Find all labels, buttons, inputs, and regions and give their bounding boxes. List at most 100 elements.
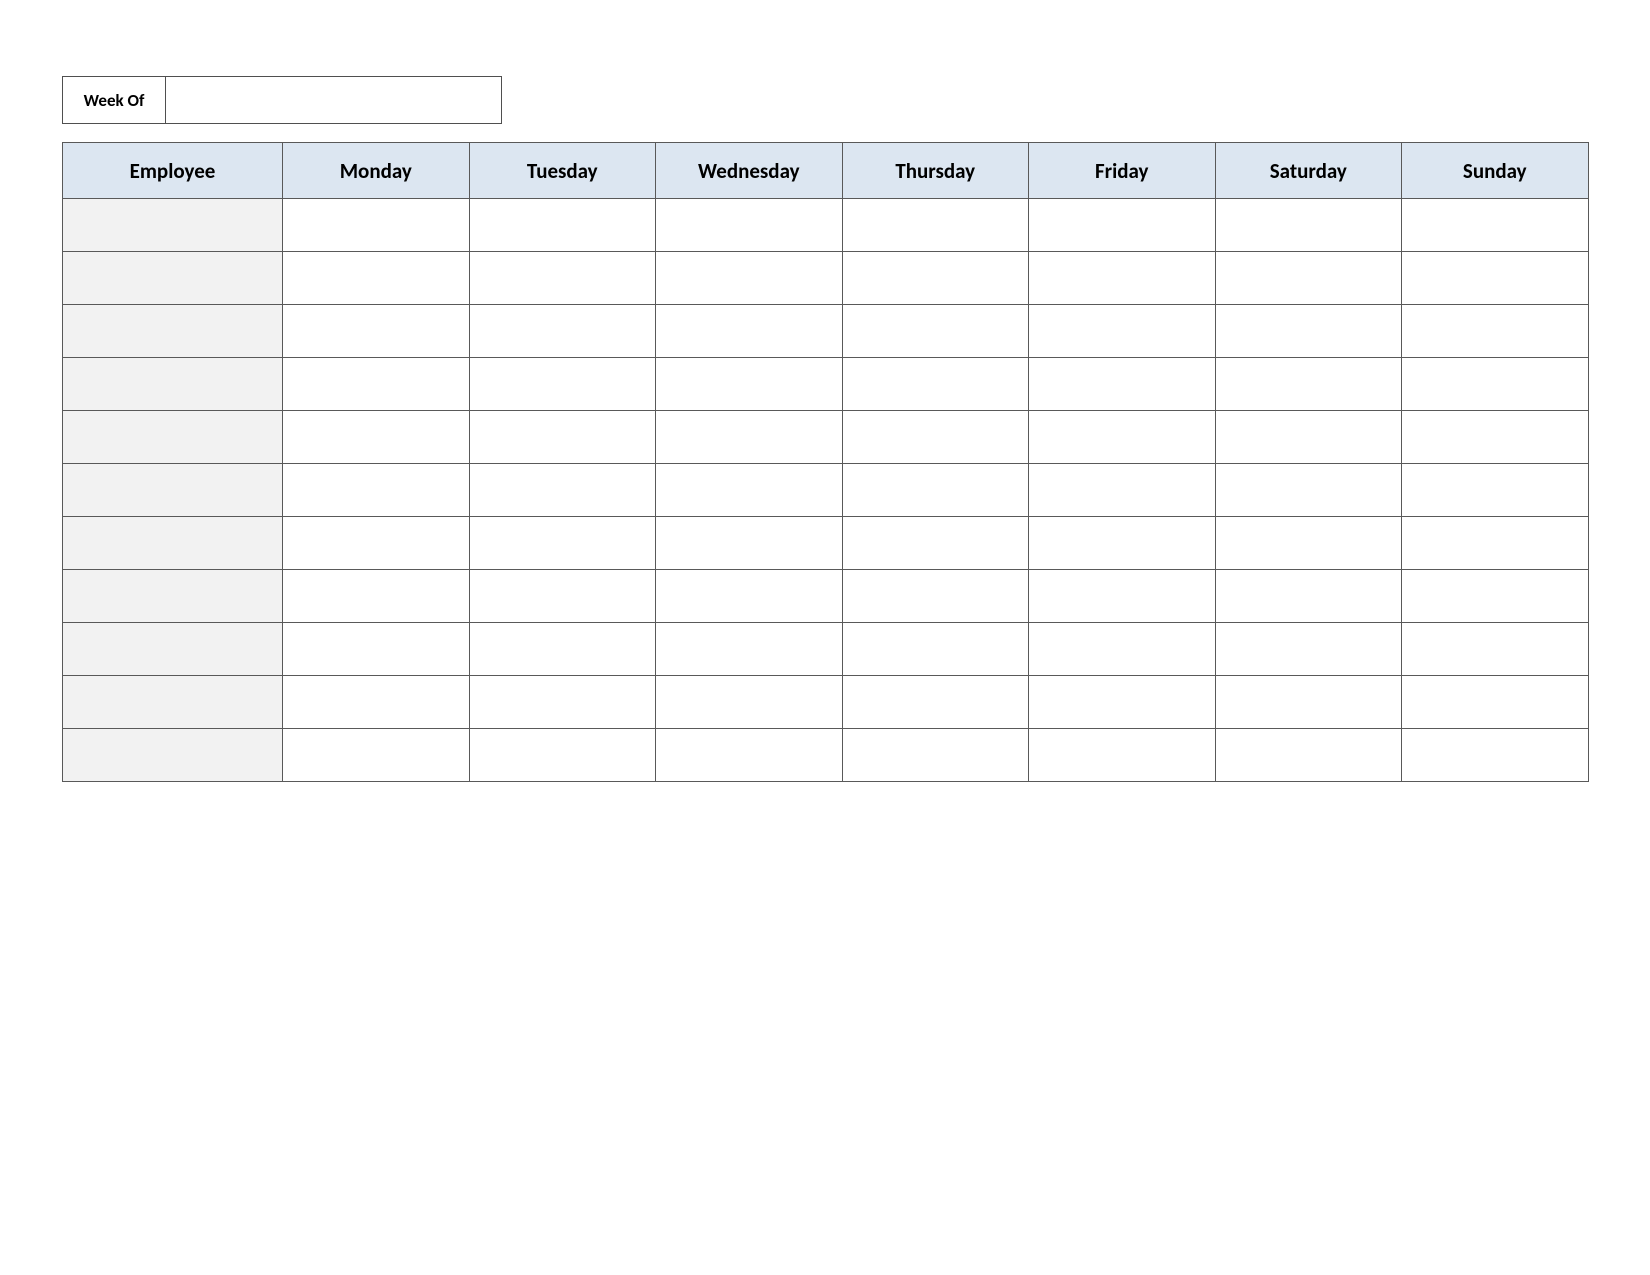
day-cell[interactable] <box>1029 464 1216 517</box>
employee-cell[interactable] <box>63 623 283 676</box>
day-cell[interactable] <box>1402 305 1589 358</box>
table-row <box>63 358 1589 411</box>
day-cell[interactable] <box>469 411 656 464</box>
employee-cell[interactable] <box>63 676 283 729</box>
day-cell[interactable] <box>283 358 470 411</box>
day-cell[interactable] <box>1215 623 1402 676</box>
day-cell[interactable] <box>283 199 470 252</box>
employee-cell[interactable] <box>63 252 283 305</box>
day-cell[interactable] <box>1029 305 1216 358</box>
day-cell[interactable] <box>469 517 656 570</box>
week-of-value[interactable] <box>166 76 502 124</box>
header-friday: Friday <box>1029 143 1216 199</box>
employee-cell[interactable] <box>63 570 283 623</box>
day-cell[interactable] <box>283 411 470 464</box>
day-cell[interactable] <box>842 570 1029 623</box>
employee-cell[interactable] <box>63 464 283 517</box>
day-cell[interactable] <box>1215 517 1402 570</box>
day-cell[interactable] <box>656 517 843 570</box>
day-cell[interactable] <box>656 411 843 464</box>
day-cell[interactable] <box>1029 623 1216 676</box>
day-cell[interactable] <box>1402 252 1589 305</box>
day-cell[interactable] <box>1029 252 1216 305</box>
day-cell[interactable] <box>1215 411 1402 464</box>
day-cell[interactable] <box>283 570 470 623</box>
table-row <box>63 252 1589 305</box>
day-cell[interactable] <box>469 305 656 358</box>
day-cell[interactable] <box>1215 252 1402 305</box>
day-cell[interactable] <box>656 729 843 782</box>
table-row <box>63 570 1589 623</box>
day-cell[interactable] <box>1029 199 1216 252</box>
day-cell[interactable] <box>842 623 1029 676</box>
day-cell[interactable] <box>1402 570 1589 623</box>
day-cell[interactable] <box>1215 570 1402 623</box>
day-cell[interactable] <box>656 676 843 729</box>
header-thursday: Thursday <box>842 143 1029 199</box>
table-row <box>63 411 1589 464</box>
day-cell[interactable] <box>469 464 656 517</box>
day-cell[interactable] <box>283 305 470 358</box>
header-sunday: Sunday <box>1402 143 1589 199</box>
day-cell[interactable] <box>469 252 656 305</box>
day-cell[interactable] <box>1402 464 1589 517</box>
day-cell[interactable] <box>283 517 470 570</box>
day-cell[interactable] <box>842 305 1029 358</box>
employee-cell[interactable] <box>63 358 283 411</box>
employee-cell[interactable] <box>63 729 283 782</box>
day-cell[interactable] <box>1029 358 1216 411</box>
day-cell[interactable] <box>1402 411 1589 464</box>
day-cell[interactable] <box>1029 729 1216 782</box>
day-cell[interactable] <box>469 358 656 411</box>
employee-cell[interactable] <box>63 411 283 464</box>
day-cell[interactable] <box>1402 517 1589 570</box>
table-row <box>63 199 1589 252</box>
day-cell[interactable] <box>842 252 1029 305</box>
day-cell[interactable] <box>1402 729 1589 782</box>
day-cell[interactable] <box>656 570 843 623</box>
day-cell[interactable] <box>469 570 656 623</box>
table-row <box>63 517 1589 570</box>
day-cell[interactable] <box>283 623 470 676</box>
employee-cell[interactable] <box>63 199 283 252</box>
day-cell[interactable] <box>842 199 1029 252</box>
day-cell[interactable] <box>656 623 843 676</box>
day-cell[interactable] <box>1402 623 1589 676</box>
day-cell[interactable] <box>283 464 470 517</box>
schedule-table: Employee Monday Tuesday Wednesday Thursd… <box>62 142 1589 782</box>
day-cell[interactable] <box>283 676 470 729</box>
day-cell[interactable] <box>1029 411 1216 464</box>
day-cell[interactable] <box>656 358 843 411</box>
day-cell[interactable] <box>842 517 1029 570</box>
day-cell[interactable] <box>656 199 843 252</box>
day-cell[interactable] <box>656 464 843 517</box>
day-cell[interactable] <box>469 199 656 252</box>
day-cell[interactable] <box>1215 676 1402 729</box>
day-cell[interactable] <box>656 252 843 305</box>
day-cell[interactable] <box>1402 199 1589 252</box>
day-cell[interactable] <box>1215 199 1402 252</box>
day-cell[interactable] <box>469 676 656 729</box>
day-cell[interactable] <box>283 729 470 782</box>
day-cell[interactable] <box>1029 517 1216 570</box>
day-cell[interactable] <box>1215 358 1402 411</box>
day-cell[interactable] <box>842 411 1029 464</box>
day-cell[interactable] <box>656 305 843 358</box>
day-cell[interactable] <box>842 676 1029 729</box>
day-cell[interactable] <box>842 464 1029 517</box>
day-cell[interactable] <box>842 358 1029 411</box>
day-cell[interactable] <box>1029 676 1216 729</box>
employee-cell[interactable] <box>63 517 283 570</box>
day-cell[interactable] <box>469 729 656 782</box>
day-cell[interactable] <box>1029 570 1216 623</box>
day-cell[interactable] <box>469 623 656 676</box>
day-cell[interactable] <box>1402 676 1589 729</box>
day-cell[interactable] <box>1402 358 1589 411</box>
day-cell[interactable] <box>1215 464 1402 517</box>
schedule-document: Week Of Employee Monday Tuesday Wednesda… <box>0 0 1650 782</box>
day-cell[interactable] <box>283 252 470 305</box>
employee-cell[interactable] <box>63 305 283 358</box>
day-cell[interactable] <box>1215 729 1402 782</box>
day-cell[interactable] <box>842 729 1029 782</box>
day-cell[interactable] <box>1215 305 1402 358</box>
